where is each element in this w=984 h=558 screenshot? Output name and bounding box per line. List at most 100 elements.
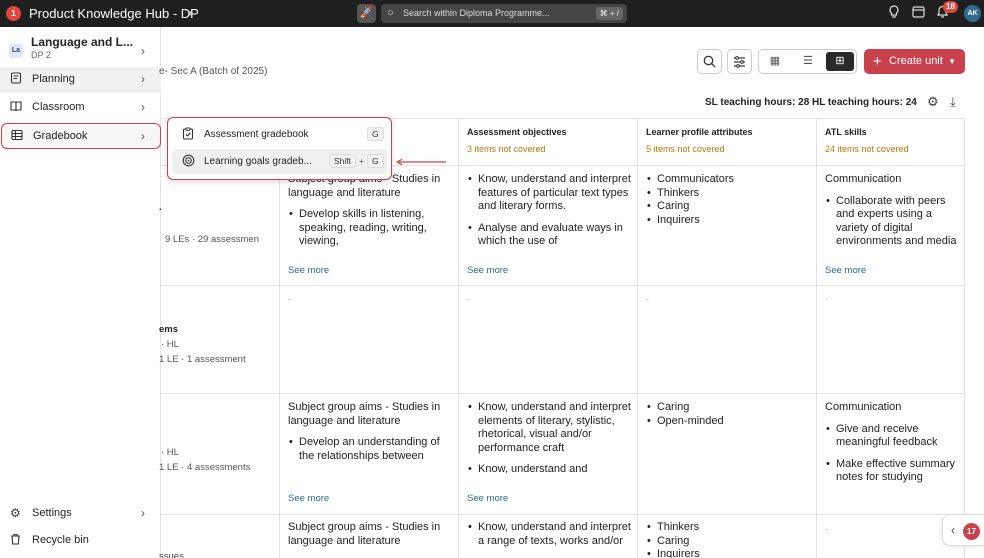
aims-cell: Subject group aims - Studies in language… — [288, 521, 453, 558]
objectives-cell: Know, understand and interpret a range o… — [467, 521, 632, 558]
list-view-icon[interactable]: ☰ — [794, 52, 822, 71]
plus-icon: + — [873, 53, 882, 70]
sl-teaching-hours: SL teaching hours: 28 — [705, 97, 810, 108]
table-view-icon[interactable]: ⊞ — [826, 52, 854, 71]
list-item: Caring — [646, 401, 811, 415]
sidebar-item-classroom[interactable]: Classroom › — [0, 95, 161, 121]
list-item: Caring — [646, 535, 811, 549]
list-item: Know, understand and interpret a range o… — [467, 521, 632, 548]
menu-item-assessment-gradebook[interactable]: Assessment gradebook G — [172, 122, 387, 147]
lightbulb-icon[interactable] — [888, 5, 900, 21]
list-item: Know, understand and interpret features … — [467, 173, 632, 214]
list-item: Thinkers — [646, 187, 811, 201]
search-shortcut: ⌘ + / — [595, 7, 623, 20]
see-more-link[interactable]: See more — [288, 265, 329, 276]
atl-title: Communication — [825, 173, 902, 185]
aims-cell: Subject group aims - Studies in language… — [288, 401, 453, 487]
empty-cell: - — [825, 524, 828, 534]
list-item: Open-minded — [646, 415, 811, 429]
list-item: Develop skills in listening, speaking, r… — [288, 208, 453, 249]
clipboard-icon — [182, 127, 194, 143]
top-bar: 1 Product Knowledge Hub - DP ▼ 🚀 ○ Searc… — [0, 0, 984, 27]
annotation-arrow — [396, 159, 446, 165]
book-icon — [10, 100, 22, 115]
column-status[interactable]: 24 items not covered — [825, 144, 909, 154]
course-selector[interactable]: La Language and L... DP 2 › — [0, 34, 161, 68]
gear-icon: ⚙ — [10, 506, 21, 520]
row-title-fragment: ssues — [159, 551, 184, 558]
trash-icon — [10, 533, 21, 548]
table-border — [816, 118, 817, 558]
aims-cell: Subject group aims - Studies in language… — [288, 173, 453, 259]
create-unit-button[interactable]: + Create unit ▼ — [864, 49, 965, 74]
aims-title: Subject group aims - Studies in language… — [288, 521, 441, 547]
row-meta: 9 LEs · 29 assessmen — [165, 234, 259, 245]
list-item: Communicators — [646, 173, 811, 187]
list-item: Make effective summary notes for studyin… — [825, 458, 964, 485]
atl-cell: Communication Collaborate with peers and… — [825, 173, 964, 259]
list-item: Caring — [646, 200, 811, 214]
see-more-link[interactable]: See more — [288, 493, 329, 504]
search-icon: ○ — [387, 7, 394, 19]
see-more-link[interactable]: See more — [825, 265, 866, 276]
course-name: Language and L... — [31, 35, 134, 49]
see-more-link[interactable]: See more — [467, 265, 508, 276]
search-placeholder: Search within Diploma Programme... — [403, 8, 550, 18]
grid-view-icon[interactable]: ▦ — [761, 52, 789, 71]
list-item: Inquirers — [646, 214, 811, 228]
empty-cell: - — [467, 294, 470, 304]
menu-item-learning-goals-gradebook[interactable]: Learning goals gradeb... Shift + G — [172, 149, 387, 174]
row-meta: 1 LE · 1 assessment — [159, 354, 246, 365]
column-header: ATL skills — [825, 127, 867, 137]
sidebar-item-settings[interactable]: ⚙ Settings › — [0, 501, 161, 527]
table-icon — [11, 129, 23, 144]
chevron-down-icon[interactable]: ▼ — [948, 49, 956, 74]
sidebar-item-label: Settings — [32, 507, 72, 519]
chevron-down-icon[interactable]: ▼ — [186, 9, 194, 18]
column-header: Learner profile attributes — [646, 127, 753, 137]
see-more-link[interactable]: See more — [467, 493, 508, 504]
avatar[interactable]: AK — [964, 5, 981, 22]
sidebar-item-gradebook[interactable]: Gradebook › — [1, 123, 161, 149]
shortcut-key: G — [367, 154, 384, 168]
count-badge: 17 — [963, 523, 980, 540]
gear-icon[interactable]: ⚙ — [927, 94, 939, 110]
sidebar-item-label: Gradebook — [33, 130, 88, 142]
empty-cell: - — [646, 294, 649, 304]
list-item: Know, understand and — [467, 463, 632, 477]
filter-button[interactable] — [727, 49, 752, 74]
sidebar-item-recycle-bin[interactable]: Recycle bin — [0, 528, 161, 554]
objectives-cell: Know, understand and interpret elements … — [467, 401, 632, 487]
download-icon[interactable]: ⤓ — [950, 94, 956, 110]
row-title-fragment: . — [159, 202, 162, 213]
table-border — [279, 118, 280, 558]
list-item: Thinkers — [646, 521, 811, 535]
objectives-cell: Know, understand and interpret features … — [467, 173, 632, 259]
sidebar-item-planning[interactable]: Planning › — [0, 67, 161, 93]
table-border — [161, 393, 964, 394]
collapsed-panel-toggle[interactable]: ‹ 17 — [942, 514, 984, 546]
document-icon — [10, 72, 22, 87]
rocket-icon[interactable]: 🚀 — [357, 4, 376, 23]
profiles-cell: Caring Open-minded — [646, 401, 811, 487]
search-input[interactable]: ○ Search within Diploma Programme... ⌘ +… — [381, 4, 627, 23]
app-logo[interactable]: 1 — [6, 6, 21, 21]
table-border — [637, 118, 638, 558]
chevron-right-icon: › — [141, 506, 145, 520]
column-status[interactable]: 3 items not covered — [467, 144, 546, 154]
row-title-fragment: ems — [159, 324, 179, 335]
notification-badge: 18 — [943, 1, 958, 13]
sidebar: La Language and L... DP 2 › Planning › C… — [0, 27, 161, 558]
chevron-right-icon: › — [141, 44, 145, 58]
aims-title: Subject group aims - Studies in language… — [288, 401, 441, 427]
view-switcher: ▦ ☰ ⊞ — [758, 49, 857, 74]
row-meta: 1 LE · 4 assessments — [159, 462, 251, 473]
course-badge: La — [9, 44, 23, 58]
search-button[interactable] — [697, 49, 722, 74]
column-status[interactable]: 5 items not covered — [646, 144, 725, 154]
sidebar-item-label: Planning — [32, 73, 75, 85]
profiles-cell: Thinkers Caring Inquirers — [646, 521, 811, 558]
app-title[interactable]: Product Knowledge Hub - DP — [29, 6, 199, 21]
profiles-cell: Communicators Thinkers Caring Inquirers — [646, 173, 811, 259]
calendar-icon[interactable] — [912, 5, 925, 21]
